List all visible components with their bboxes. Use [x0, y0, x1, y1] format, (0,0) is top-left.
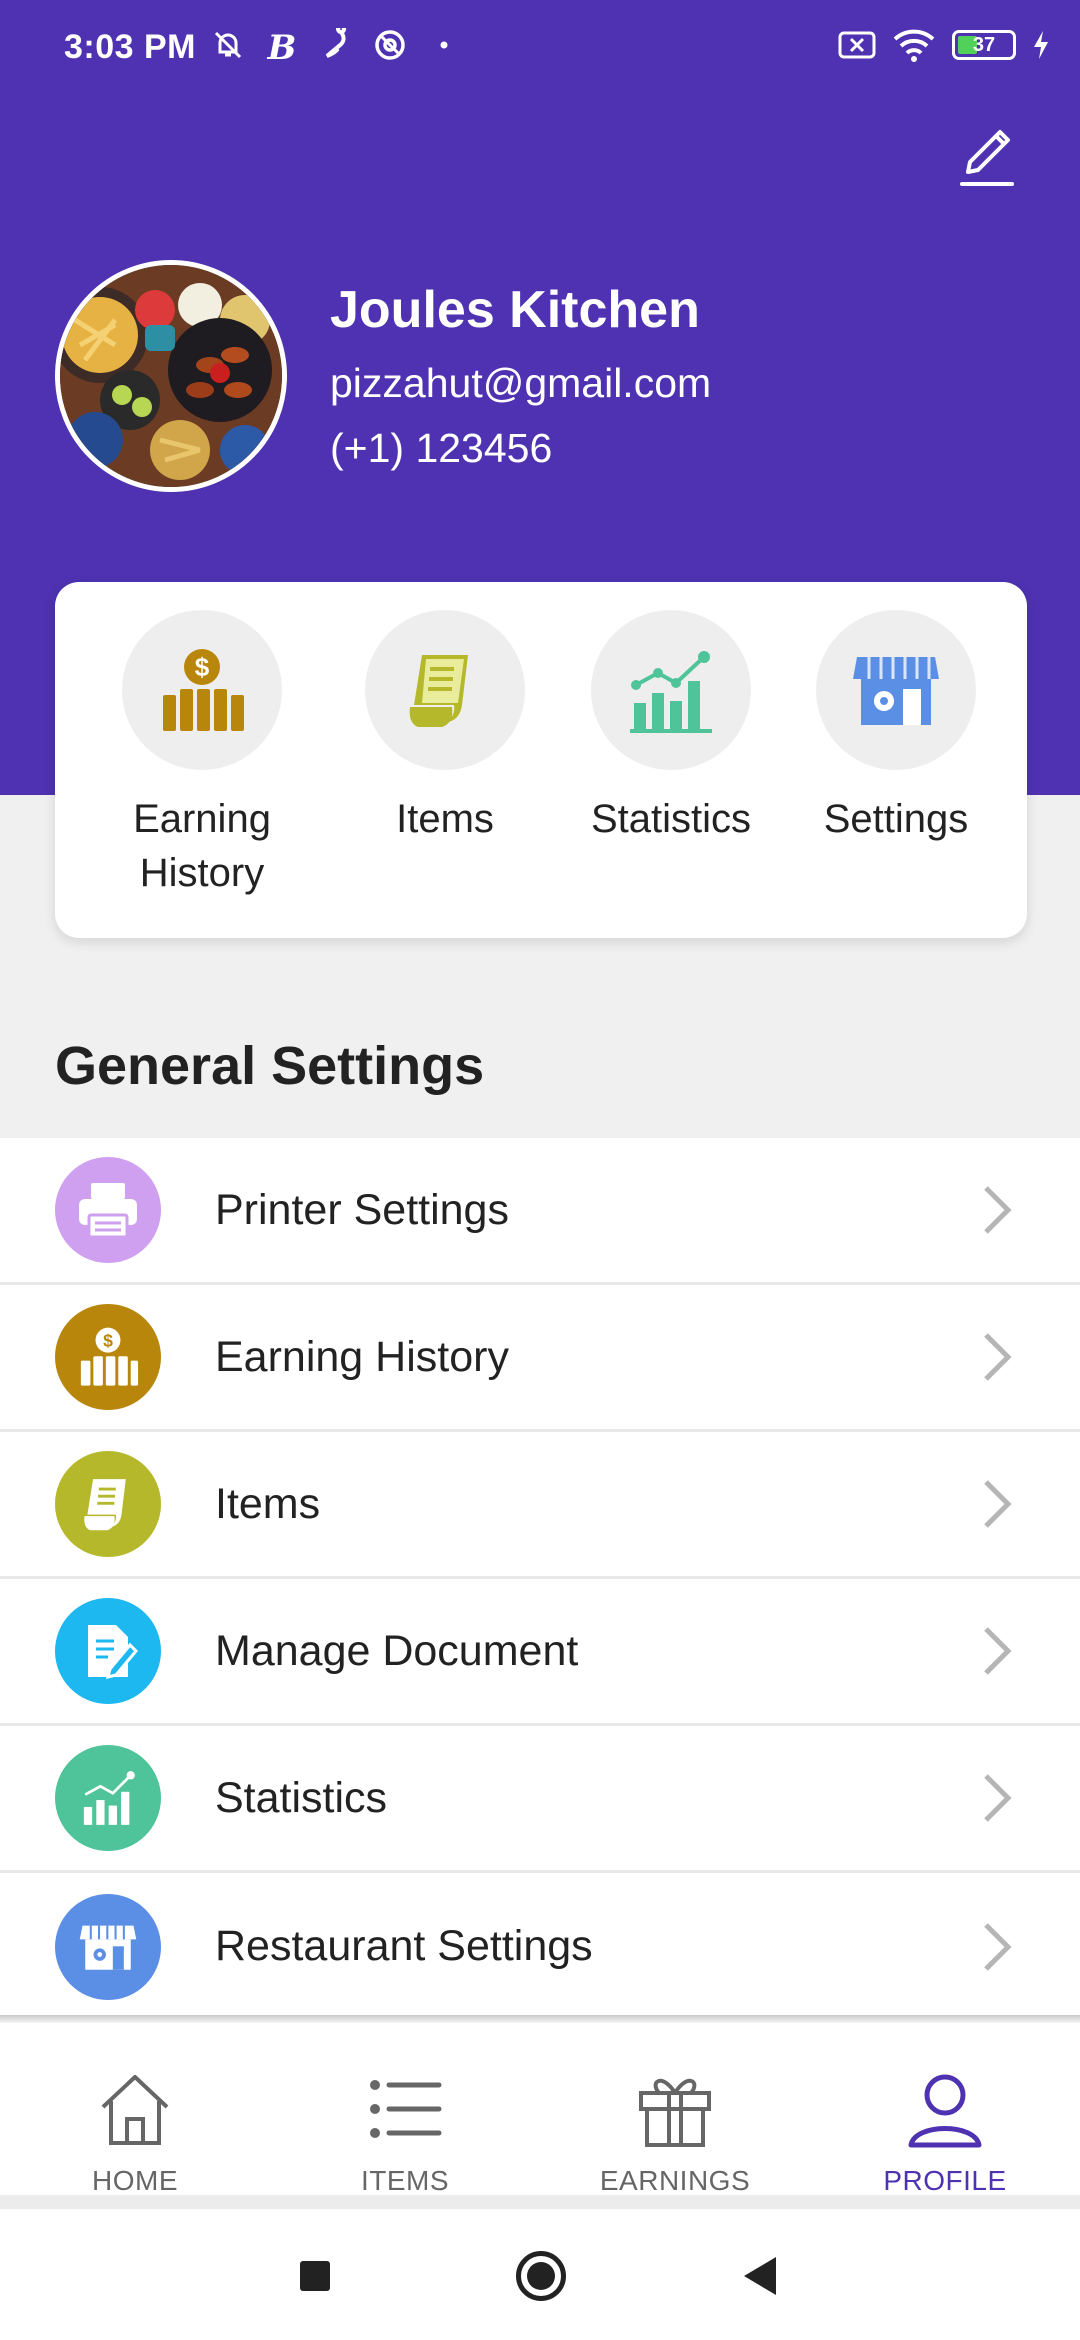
settings-row-manage-document[interactable]: Manage Document [0, 1579, 1080, 1726]
settings-row-label: Earning History [215, 1332, 509, 1381]
notification-icon [316, 24, 356, 71]
quick-action-icon-circle [591, 610, 751, 770]
system-navigation-bar [0, 2209, 1080, 2340]
nav-tab-home[interactable]: HOME [0, 2023, 270, 2196]
nav-label: ITEMS [360, 2165, 450, 2196]
home-button[interactable] [516, 2251, 566, 2301]
items-receipt-icon [409, 655, 468, 727]
statistics-icon [55, 1745, 161, 1851]
settings-row-earning-history[interactable]: $ Earning History [0, 1285, 1080, 1432]
profile-avatar[interactable] [55, 260, 287, 492]
at-icon [370, 28, 410, 71]
profile-name: Joules Kitchen [330, 281, 700, 339]
back-button[interactable] [744, 2257, 776, 2295]
settings-row-printer[interactable]: Printer Settings [0, 1138, 1080, 1285]
document-icon [55, 1598, 161, 1704]
chevron-right-icon [984, 1627, 1012, 1675]
quick-action-label: Items [396, 797, 494, 841]
settings-row-restaurant-settings[interactable]: Restaurant Settings [0, 1873, 1080, 2020]
pencil-icon [960, 130, 1014, 186]
chevron-right-icon [984, 1333, 1012, 1381]
quick-action-icon-circle: $ [122, 610, 282, 770]
bottom-navigation: HOME ITEMS EARNINGS PROFILE [0, 2023, 1080, 2196]
quick-action-label: Statistics [590, 797, 752, 841]
settings-row-label: Statistics [215, 1773, 388, 1822]
store-settings-icon [853, 657, 939, 725]
settings-row-label: Restaurant Settings [215, 1922, 593, 1970]
food-platter-image [60, 265, 282, 487]
section-title: General Settings [55, 1036, 485, 1096]
nav-separator [0, 2195, 1080, 2209]
nav-label: EARNINGS [599, 2165, 751, 2196]
nav-label: HOME [92, 2165, 178, 2196]
nav-label: PROFILE [883, 2165, 1007, 2196]
wifi-icon [893, 29, 935, 62]
statistics-icon [630, 651, 712, 733]
quick-action-settings[interactable]: Settings [796, 610, 996, 846]
nav-tab-profile[interactable]: PROFILE [810, 2023, 1080, 2196]
profile-email: pizzahut@gmail.com [330, 360, 712, 406]
charging-icon [1034, 31, 1048, 59]
status-system-icons: 37 [838, 28, 1050, 62]
settings-row-label: Manage Document [215, 1626, 579, 1675]
chevron-right-icon [984, 1774, 1012, 1822]
gift-icon [639, 2079, 711, 2147]
settings-row-statistics[interactable]: Statistics [0, 1726, 1080, 1873]
battery-icon: 37 [952, 30, 1016, 60]
quick-action-statistics[interactable]: Statistics [571, 610, 771, 846]
quick-actions-card: $ Earning History Items Statistics Setti… [55, 582, 1027, 938]
general-settings-list: Printer Settings $ Earning History Items… [0, 1138, 1080, 2020]
mute-icon [208, 28, 248, 71]
settings-row-label: Printer Settings [215, 1185, 509, 1234]
home-icon [101, 2075, 169, 2145]
b-icon: B [267, 28, 297, 68]
user-icon [908, 2074, 982, 2148]
quick-action-icon-circle [365, 610, 525, 770]
dot-icon [424, 28, 464, 71]
quick-action-icon-circle [816, 610, 976, 770]
status-notification-icons: B [208, 24, 464, 71]
nav-divider-shadow [0, 2015, 1080, 2023]
quick-action-label: Settings [823, 797, 969, 841]
settings-row-items[interactable]: Items [0, 1432, 1080, 1579]
quick-action-items[interactable]: Items [345, 610, 545, 846]
close-box-icon [838, 31, 876, 59]
earning-history-icon: $ [55, 1304, 161, 1410]
recents-button[interactable] [300, 2261, 330, 2291]
profile-phone: (+1) 123456 [330, 425, 553, 471]
earning-history-icon: $ [163, 649, 244, 731]
chevron-right-icon [984, 1480, 1012, 1528]
quick-action-label: Earning History [133, 797, 271, 895]
battery-level-text: 37 [972, 33, 996, 56]
nav-tab-earnings[interactable]: EARNINGS [540, 2023, 810, 2196]
status-time: 3:03 PM [64, 28, 196, 66]
svg-text:$: $ [103, 1331, 113, 1351]
nav-tab-items[interactable]: ITEMS [270, 2023, 540, 2196]
store-settings-icon [55, 1893, 161, 2000]
list-icon [370, 2080, 442, 2138]
printer-icon [55, 1157, 161, 1263]
status-bar: 3:03 PM B 37 [0, 0, 1080, 100]
items-receipt-icon [55, 1451, 161, 1557]
chevron-right-icon [984, 1186, 1012, 1234]
quick-action-earning-history[interactable]: $ Earning History [102, 610, 302, 900]
settings-row-label: Items [215, 1479, 321, 1528]
edit-profile-button[interactable] [950, 110, 1030, 190]
chevron-right-icon [984, 1922, 1012, 1971]
svg-text:$: $ [195, 652, 210, 682]
